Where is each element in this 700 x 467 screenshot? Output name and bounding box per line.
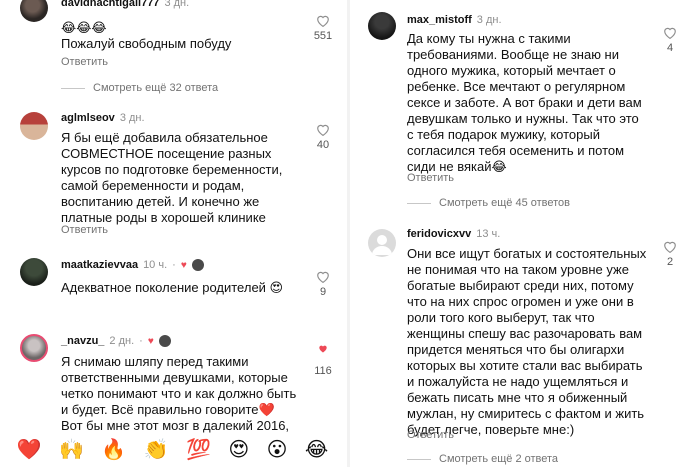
comment-time: 3 дн. — [119, 112, 145, 124]
emoji-heart-button[interactable]: ❤️ — [17, 437, 42, 461]
avatar[interactable] — [20, 258, 48, 286]
emoji-clap-button[interactable]: 👏 — [144, 437, 169, 461]
avatar[interactable] — [368, 12, 396, 40]
view-more-replies[interactable]: Смотреть ещё 45 ответов — [407, 197, 570, 209]
emoji-surprised-button[interactable]: 😮 — [267, 437, 288, 461]
like-count: 9 — [319, 286, 327, 298]
default-user-icon — [372, 235, 392, 255]
reply-button[interactable]: Ответить — [61, 224, 108, 236]
like-count: 116 — [314, 365, 332, 377]
left-comments-panel: davidnachtigall777 3 дн. 😂😂😂 Пожалуй сво… — [0, 0, 345, 467]
avatar[interactable] — [20, 112, 48, 140]
author-liked-heart-icon: ♥ — [147, 335, 154, 347]
emoji-hundred-button[interactable]: 💯 — [186, 437, 211, 461]
like-count: 40 — [316, 139, 330, 151]
view-more-label: Смотреть ещё 2 ответа — [439, 453, 559, 465]
like-button[interactable]: 2 — [655, 240, 685, 268]
like-button[interactable]: 116 — [308, 344, 338, 377]
comment-time: 2 дн. — [109, 335, 135, 347]
comment-text: Да кому ты нужна с такими требованиями. … — [407, 31, 642, 174]
like-count: 4 — [666, 42, 674, 54]
right-comments-panel: max_mistoff 3 дн. Да кому ты нужна с так… — [352, 0, 700, 467]
heart-icon — [317, 124, 329, 136]
avatar[interactable] — [368, 229, 396, 257]
comment-time: 10 ч. — [143, 259, 168, 271]
view-more-label: Смотреть ещё 45 ответов — [439, 197, 571, 209]
author-avatar — [158, 335, 171, 347]
reply-button[interactable]: Ответить — [407, 172, 454, 184]
reply-button[interactable]: Ответить — [407, 429, 454, 441]
emoji-fire-button[interactable]: 🔥 — [101, 437, 126, 461]
author-liked-heart-icon: ♥ — [180, 259, 187, 271]
heart-icon — [664, 27, 676, 39]
emoji-raising-hands-button[interactable]: 🙌 — [59, 437, 84, 461]
divider-line — [61, 87, 85, 89]
reply-button[interactable]: Ответить — [61, 56, 108, 68]
emoji-heart-eyes-button[interactable]: 😍 — [228, 437, 249, 461]
emoji-laughing-button[interactable]: 😂 — [305, 437, 328, 461]
avatar[interactable] — [20, 334, 48, 362]
comment-username[interactable]: feridovicxvv — [407, 228, 471, 240]
comment-username[interactable]: maatkazievvaa — [61, 259, 138, 271]
heart-icon — [317, 271, 329, 283]
view-more-replies[interactable]: Смотреть ещё 32 ответа — [61, 82, 218, 94]
divider-line — [407, 458, 431, 460]
comment-text: 😂😂😂 Пожалуй свободным побуду — [61, 20, 232, 51]
dot-separator: · — [139, 335, 143, 347]
like-count: 2 — [666, 256, 674, 268]
comment-time: 13 ч. — [476, 228, 501, 240]
comment-username[interactable]: davidnachtigall777 — [61, 0, 159, 9]
view-more-label: Смотреть ещё 32 ответа — [93, 82, 219, 94]
comment-time: 3 дн. — [476, 14, 502, 26]
like-button[interactable]: 551 — [308, 14, 338, 42]
divider-line — [407, 202, 431, 204]
comment-text: Я бы ещё добавила обязательное СОВМЕСТНО… — [61, 130, 283, 225]
panel-divider — [347, 0, 350, 467]
comment-username[interactable]: max_mistoff — [407, 14, 472, 26]
dot-separator: · — [172, 259, 176, 271]
like-button[interactable]: 40 — [308, 123, 338, 151]
comment-time: 3 дн. — [164, 0, 190, 9]
like-button[interactable]: 9 — [308, 270, 338, 298]
heart-filled-icon — [319, 345, 327, 353]
comment-text: Они все ищут богатых и состоятельных не … — [407, 246, 647, 437]
emoji-reaction-bar: ❤️ 🙌 🔥 👏 💯 😍 😮 😂 — [0, 430, 345, 467]
like-button[interactable]: 4 — [655, 26, 685, 54]
comment-username[interactable]: aglmlseov — [61, 112, 115, 124]
heart-icon — [317, 15, 329, 27]
view-more-replies[interactable]: Смотреть ещё 2 ответа — [407, 453, 558, 465]
heart-icon — [664, 241, 676, 253]
comment-text: Адекватное поколение родителей 😍 — [61, 280, 284, 295]
comment-text: Я снимаю шляпу перед такими ответственны… — [61, 354, 297, 433]
author-avatar — [191, 259, 204, 271]
comment-username[interactable]: _navzu_ — [61, 335, 104, 347]
like-count: 551 — [313, 30, 333, 42]
avatar[interactable] — [20, 0, 48, 22]
